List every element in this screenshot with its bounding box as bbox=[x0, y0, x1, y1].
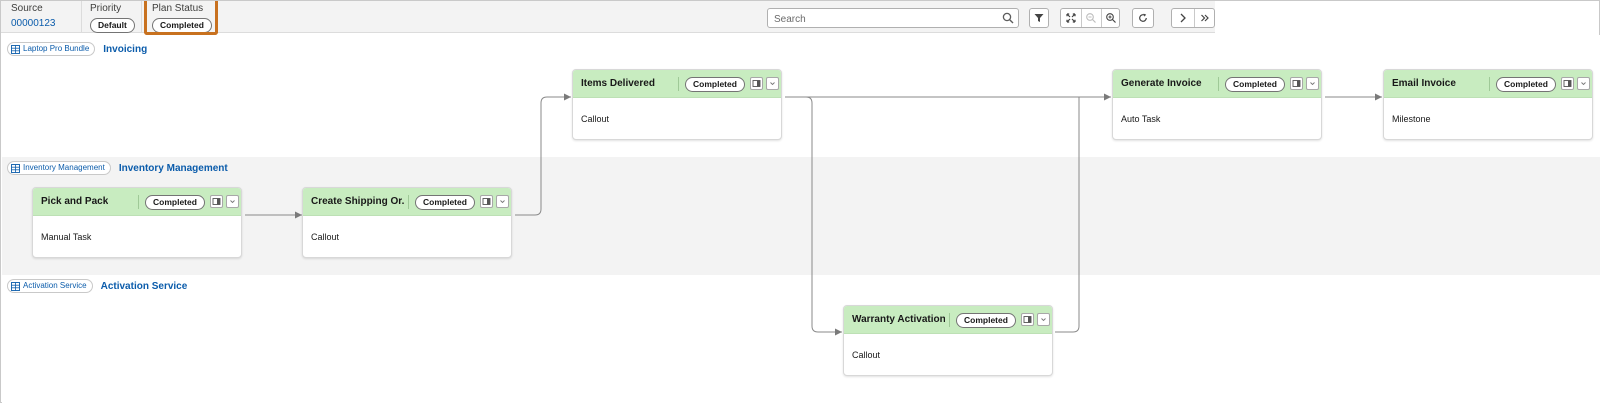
status-badge: Completed bbox=[145, 195, 205, 210]
card-header: Generate Invoice Completed bbox=[1113, 70, 1321, 98]
chevron-down-icon bbox=[1581, 82, 1586, 86]
card-menu-button[interactable] bbox=[1037, 313, 1050, 326]
open-panel-button[interactable] bbox=[1561, 77, 1574, 90]
task-card-pick-and-pack[interactable]: Pick and Pack Completed Manual Task bbox=[32, 187, 242, 258]
card-header: Warranty Activation Completed bbox=[844, 306, 1052, 334]
card-task-type: Callout bbox=[311, 232, 340, 242]
card-task-type: Callout bbox=[852, 350, 881, 360]
card-header: Pick and Pack Completed bbox=[33, 188, 241, 216]
card-header: Create Shipping Or... Completed bbox=[303, 188, 511, 216]
status-badge: Completed bbox=[956, 313, 1016, 328]
card-divider bbox=[408, 195, 409, 209]
status-badge: Completed bbox=[1225, 77, 1285, 92]
card-menu-button[interactable] bbox=[496, 195, 509, 208]
open-panel-button[interactable] bbox=[1290, 77, 1303, 90]
task-card-email-invoice[interactable]: Email Invoice Completed Milestone bbox=[1383, 69, 1593, 140]
side-panel-icon bbox=[1563, 80, 1572, 87]
card-title: Items Delivered bbox=[581, 78, 655, 89]
card-menu-button[interactable] bbox=[226, 195, 239, 208]
card-header: Items Delivered Completed bbox=[573, 70, 781, 98]
connector-shipping-to-delivered bbox=[515, 93, 571, 216]
side-panel-icon bbox=[482, 198, 491, 205]
status-badge: Completed bbox=[415, 195, 475, 210]
card-task-type: Auto Task bbox=[1121, 114, 1161, 124]
card-menu-button[interactable] bbox=[1306, 77, 1319, 90]
side-panel-icon bbox=[1292, 80, 1301, 87]
card-menu-button[interactable] bbox=[1577, 77, 1590, 90]
chevron-down-icon bbox=[1310, 82, 1315, 86]
chevron-down-icon bbox=[1041, 318, 1046, 322]
status-badge: Completed bbox=[1496, 77, 1556, 92]
card-title: Warranty Activation bbox=[852, 314, 945, 325]
task-card-items-delivered[interactable]: Items Delivered Completed Callout bbox=[572, 69, 782, 140]
side-panel-icon bbox=[752, 80, 761, 87]
side-panel-icon bbox=[1023, 316, 1032, 323]
open-panel-button[interactable] bbox=[210, 195, 223, 208]
chevron-down-icon bbox=[230, 200, 235, 204]
card-task-type: Callout bbox=[581, 114, 610, 124]
open-panel-button[interactable] bbox=[1021, 313, 1034, 326]
chevron-down-icon bbox=[500, 200, 505, 204]
card-title: Pick and Pack bbox=[41, 196, 109, 207]
card-task-type: Milestone bbox=[1392, 114, 1431, 124]
card-divider bbox=[1218, 77, 1219, 91]
card-task-type: Manual Task bbox=[41, 232, 92, 242]
status-badge: Completed bbox=[685, 77, 745, 92]
card-title: Generate Invoice bbox=[1121, 78, 1202, 89]
task-card-warranty-activation[interactable]: Warranty Activation Completed Callout bbox=[843, 305, 1053, 376]
open-panel-button[interactable] bbox=[480, 195, 493, 208]
connector-warranty-to-invoice bbox=[1055, 97, 1080, 333]
connector-delivered-to-warranty bbox=[785, 96, 842, 336]
card-title: Email Invoice bbox=[1392, 78, 1456, 89]
card-menu-button[interactable] bbox=[766, 77, 779, 90]
task-card-generate-invoice[interactable]: Generate Invoice Completed Auto Task bbox=[1112, 69, 1322, 140]
card-header: Email Invoice Completed bbox=[1384, 70, 1592, 98]
side-panel-icon bbox=[212, 198, 221, 205]
card-divider bbox=[138, 195, 139, 209]
card-divider bbox=[1489, 77, 1490, 91]
task-card-create-shipping-order[interactable]: Create Shipping Or... Completed Callout bbox=[302, 187, 512, 258]
card-title: Create Shipping Or... bbox=[311, 196, 404, 207]
card-divider bbox=[949, 313, 950, 327]
chevron-down-icon bbox=[770, 82, 775, 86]
open-panel-button[interactable] bbox=[750, 77, 763, 90]
orchestration-plan-canvas: Source 00000123 Priority Default Plan St… bbox=[0, 0, 1600, 403]
card-divider bbox=[678, 77, 679, 91]
